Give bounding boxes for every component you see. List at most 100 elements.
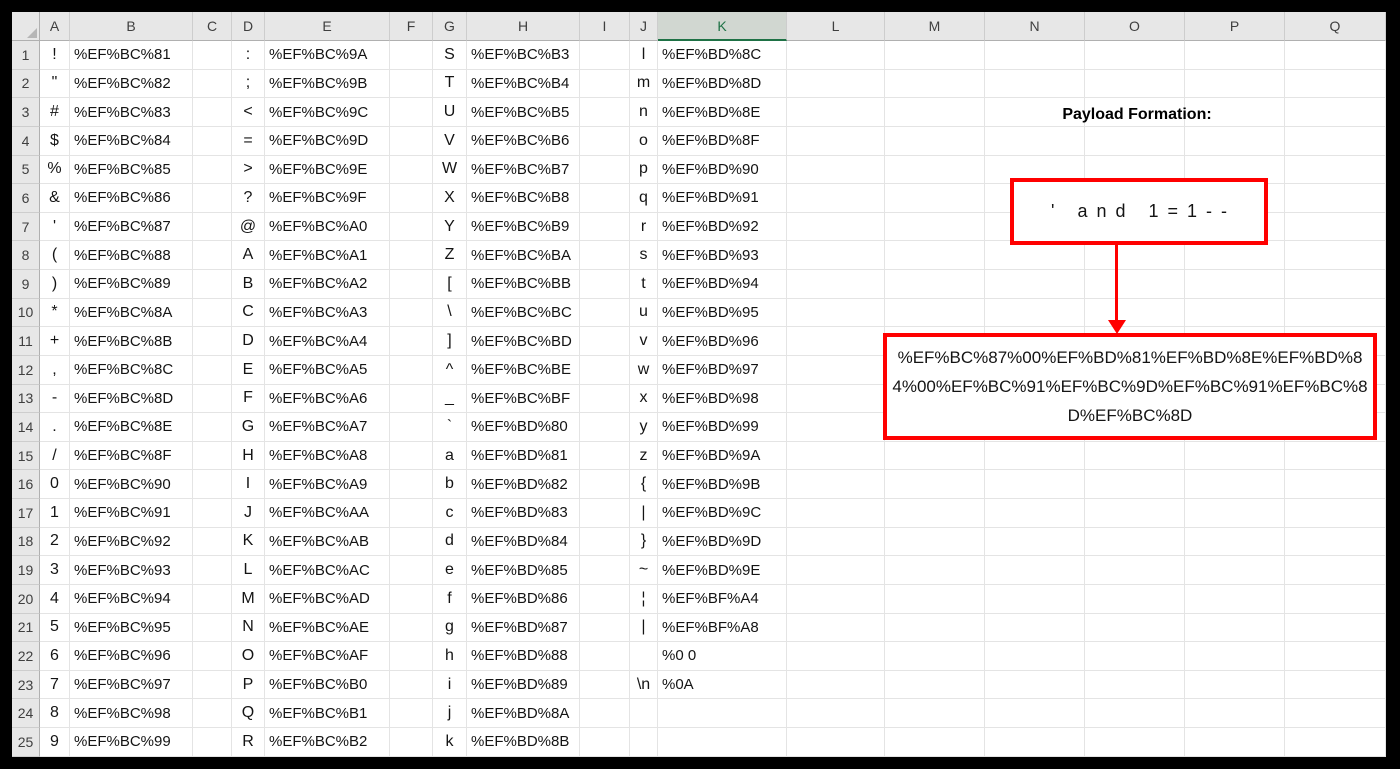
cell-O24[interactable]: [1085, 699, 1185, 728]
cell-I17[interactable]: [580, 499, 630, 528]
cell-I16[interactable]: [580, 470, 630, 499]
cell-K16[interactable]: %EF%BD%9B: [658, 470, 787, 499]
cell-B5[interactable]: %EF%BC%85: [70, 155, 193, 185]
cell-M10[interactable]: [885, 298, 985, 328]
cell-C11[interactable]: [193, 327, 232, 356]
cell-O2[interactable]: [1085, 69, 1185, 99]
cell-K9[interactable]: %EF%BD%94: [658, 270, 787, 299]
cell-P24[interactable]: [1185, 699, 1285, 728]
cell-C4[interactable]: [193, 126, 232, 156]
cell-O16[interactable]: [1085, 470, 1185, 499]
row-header-4[interactable]: 4: [12, 126, 40, 156]
cell-C16[interactable]: [193, 470, 232, 499]
cell-K20[interactable]: %EF%BF%A4: [658, 584, 787, 614]
cell-L19[interactable]: [787, 556, 885, 585]
cell-L12[interactable]: [787, 355, 885, 385]
cell-O15[interactable]: [1085, 441, 1185, 471]
cell-P15[interactable]: [1185, 441, 1285, 471]
cell-N16[interactable]: [985, 470, 1085, 499]
cell-N17[interactable]: [985, 499, 1085, 528]
cell-P16[interactable]: [1185, 470, 1285, 499]
cell-I21[interactable]: [580, 613, 630, 643]
cell-B14[interactable]: %EF%BC%8E: [70, 413, 193, 442]
cell-B10[interactable]: %EF%BC%8A: [70, 298, 193, 328]
cell-K23[interactable]: %0A: [658, 670, 787, 700]
cell-B24[interactable]: %EF%BC%98: [70, 699, 193, 728]
cell-F20[interactable]: [390, 584, 433, 614]
cell-P9[interactable]: [1185, 270, 1285, 299]
cell-E10[interactable]: %EF%BC%A3: [265, 298, 390, 328]
cell-D5[interactable]: >: [232, 155, 265, 185]
cell-P3[interactable]: [1185, 98, 1285, 127]
cell-N2[interactable]: [985, 69, 1085, 99]
cell-Q5[interactable]: [1285, 155, 1386, 185]
cell-M1[interactable]: [885, 41, 985, 70]
cell-G10[interactable]: \: [433, 298, 467, 328]
cell-Q15[interactable]: [1285, 441, 1386, 471]
cell-A23[interactable]: 7: [40, 670, 70, 700]
cell-G23[interactable]: i: [433, 670, 467, 700]
cell-E21[interactable]: %EF%BC%AE: [265, 613, 390, 643]
cell-B12[interactable]: %EF%BC%8C: [70, 355, 193, 385]
cell-H10[interactable]: %EF%BC%BC: [467, 298, 580, 328]
cell-J3[interactable]: n: [630, 98, 658, 127]
cell-M17[interactable]: [885, 499, 985, 528]
row-header-8[interactable]: 8: [12, 241, 40, 270]
cell-F15[interactable]: [390, 441, 433, 471]
cell-K25[interactable]: [658, 728, 787, 757]
cell-J5[interactable]: p: [630, 155, 658, 185]
cell-O4[interactable]: [1085, 126, 1185, 156]
cell-B23[interactable]: %EF%BC%97: [70, 670, 193, 700]
cell-E13[interactable]: %EF%BC%A6: [265, 384, 390, 414]
cell-D4[interactable]: =: [232, 126, 265, 156]
cell-D21[interactable]: N: [232, 613, 265, 643]
cell-J20[interactable]: ¦: [630, 584, 658, 614]
cell-Q18[interactable]: [1285, 527, 1386, 557]
cell-K2[interactable]: %EF%BD%8D: [658, 69, 787, 99]
cell-O3[interactable]: [1085, 98, 1185, 127]
cell-D16[interactable]: I: [232, 470, 265, 499]
cell-I10[interactable]: [580, 298, 630, 328]
cell-D25[interactable]: R: [232, 728, 265, 757]
cell-J12[interactable]: w: [630, 355, 658, 385]
cell-I1[interactable]: [580, 41, 630, 70]
cell-L10[interactable]: [787, 298, 885, 328]
cell-G11[interactable]: ]: [433, 327, 467, 356]
cell-D22[interactable]: O: [232, 642, 265, 671]
cell-N19[interactable]: [985, 556, 1085, 585]
cell-B22[interactable]: %EF%BC%96: [70, 642, 193, 671]
cell-O18[interactable]: [1085, 527, 1185, 557]
cell-L21[interactable]: [787, 613, 885, 643]
cell-J9[interactable]: t: [630, 270, 658, 299]
cell-B13[interactable]: %EF%BC%8D: [70, 384, 193, 414]
row-header-11[interactable]: 11: [12, 327, 40, 356]
column-header-B[interactable]: B: [70, 12, 193, 41]
cell-Q22[interactable]: [1285, 642, 1386, 671]
column-header-D[interactable]: D: [232, 12, 265, 41]
cell-M2[interactable]: [885, 69, 985, 99]
cell-D17[interactable]: J: [232, 499, 265, 528]
cell-H22[interactable]: %EF%BD%88: [467, 642, 580, 671]
row-header-25[interactable]: 25: [12, 728, 40, 757]
cell-F9[interactable]: [390, 270, 433, 299]
cell-B18[interactable]: %EF%BC%92: [70, 527, 193, 557]
cell-I8[interactable]: [580, 241, 630, 270]
cell-E2[interactable]: %EF%BC%9B: [265, 69, 390, 99]
cell-J7[interactable]: r: [630, 212, 658, 242]
cell-B7[interactable]: %EF%BC%87: [70, 212, 193, 242]
cell-P23[interactable]: [1185, 670, 1285, 700]
cell-N8[interactable]: [985, 241, 1085, 270]
cell-K3[interactable]: %EF%BD%8E: [658, 98, 787, 127]
cell-F17[interactable]: [390, 499, 433, 528]
cell-J15[interactable]: z: [630, 441, 658, 471]
cell-F3[interactable]: [390, 98, 433, 127]
cell-C12[interactable]: [193, 355, 232, 385]
cell-I22[interactable]: [580, 642, 630, 671]
cell-H13[interactable]: %EF%BC%BF: [467, 384, 580, 414]
cell-O9[interactable]: [1085, 270, 1185, 299]
cell-F1[interactable]: [390, 41, 433, 70]
cell-I23[interactable]: [580, 670, 630, 700]
cell-G19[interactable]: e: [433, 556, 467, 585]
cell-F24[interactable]: [390, 699, 433, 728]
cell-G6[interactable]: X: [433, 184, 467, 213]
